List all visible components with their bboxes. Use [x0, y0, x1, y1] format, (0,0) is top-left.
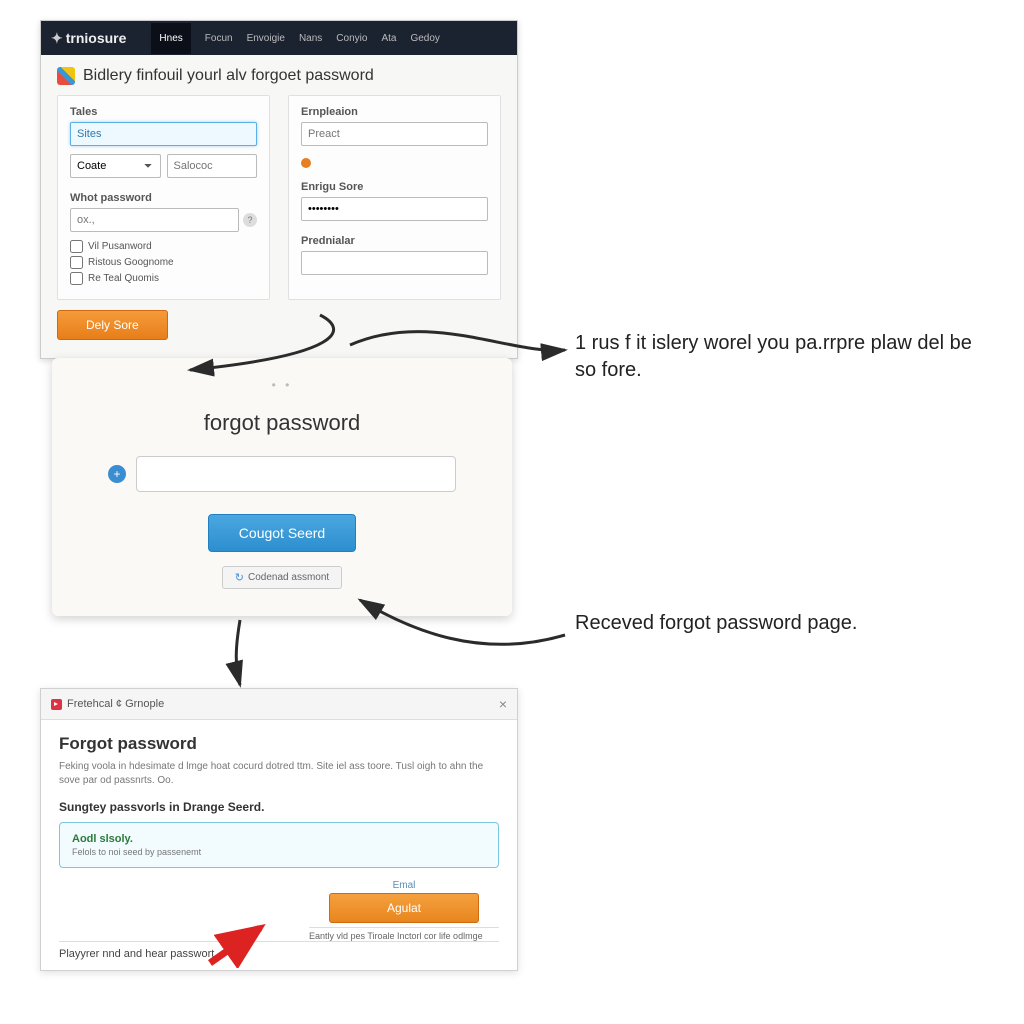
tales-select[interactable]: Sites — [70, 122, 257, 146]
info-title: Aodl slsoly. — [72, 833, 486, 845]
settings-panel: ✦trniosure Hnes Focun Envoigie Nans Cony… — [40, 20, 518, 359]
puzzle-icon — [57, 67, 75, 85]
panel3-sub: Sungtey passvorls in Drange Seerd. — [59, 800, 499, 814]
cb-2[interactable]: Ristous Goognome — [70, 256, 257, 269]
panel1-body: Bidlery finfouil yourl alv forgoet passw… — [41, 55, 517, 358]
app-icon — [51, 699, 62, 710]
plus-icon[interactable]: + — [108, 465, 126, 483]
close-icon[interactable]: × — [499, 696, 507, 712]
brand-icon: ✦ — [51, 30, 63, 47]
label-ernp: Ernpleaion — [301, 106, 488, 118]
tab-title: Fretehcal ¢ Grnople — [67, 698, 164, 710]
panel3-desc: Feking voola in hdesimate d lmge hoat co… — [59, 760, 499, 788]
info-box: Aodl slsoly. Felols to noi seed by passe… — [59, 822, 499, 868]
navbar: ✦trniosure Hnes Focun Envoigie Nans Cony… — [41, 21, 517, 55]
nav-item-home[interactable]: Hnes — [151, 23, 190, 54]
forgot-submit-button[interactable]: Cougot Seerd — [208, 514, 356, 552]
cb-1[interactable]: Vil Pusanword — [70, 240, 257, 253]
agulat-button[interactable]: Agulat — [329, 893, 479, 923]
annotation-2: Receved forgot password page. — [575, 610, 955, 637]
ernp-input[interactable] — [301, 122, 488, 146]
whotpw-input[interactable] — [70, 208, 239, 232]
nav-item-4[interactable]: Conyio — [336, 33, 367, 44]
panel1-title: Bidlery finfouil yourl alv forgoet passw… — [57, 67, 501, 85]
submit-button[interactable]: Dely Sore — [57, 310, 168, 340]
form-right-col: Ernpleaion Enrigu Sore Prednialar — [288, 95, 501, 300]
info-sub: Felols to noi seed by passenemt — [72, 847, 486, 857]
bottom-text: Playyrer nnd and hear passwort — [59, 948, 214, 960]
nav-item-3[interactable]: Nans — [299, 33, 322, 44]
help-icon[interactable]: ? — [243, 213, 257, 227]
label-enrigu: Enrigu Sore — [301, 181, 488, 193]
nav-item-5[interactable]: Ata — [381, 33, 396, 44]
result-panel: Fretehcal ¢ Grnople × Forgot password Fe… — [40, 688, 518, 971]
panel3-title: Forgot password — [59, 734, 499, 754]
small-line-1: Eantly vld pes Tiroale Inctorl cor life … — [309, 927, 499, 941]
salococ-input[interactable] — [167, 154, 258, 178]
panel1-title-text: Bidlery finfouil yourl alv forgoet passw… — [83, 67, 374, 85]
form-left-col: Tales Sites Coate Whot password ? Vil Pu… — [57, 95, 270, 300]
cb-3[interactable]: Re Teal Quomis — [70, 272, 257, 285]
dots-icon: • • — [72, 378, 492, 392]
enrigu-input[interactable] — [301, 197, 488, 221]
status-dot-icon — [301, 158, 311, 168]
nav-item-6[interactable]: Gedoy — [410, 33, 439, 44]
brand: ✦trniosure — [51, 30, 126, 47]
forgot-password-panel: • • forgot password + Cougot Seerd ↻Code… — [52, 358, 512, 616]
red-arrow-icon — [205, 918, 275, 968]
nav-item-2[interactable]: Envoigie — [247, 33, 285, 44]
label-pred: Prednialar — [301, 235, 488, 247]
refresh-icon: ↻ — [235, 571, 244, 584]
forgot-title: forgot password — [72, 410, 492, 436]
nav-item-1[interactable]: Focun — [205, 33, 233, 44]
label-tales: Tales — [70, 106, 257, 118]
bottom-row: Playyrer nnd and hear passwort — [59, 941, 499, 960]
annotation-1: 1 rus f it islery worel you pa.rrpre pla… — [575, 330, 975, 384]
email-label: Emal — [309, 880, 499, 891]
pred-input[interactable] — [301, 251, 488, 275]
panel3-tabbar: Fretehcal ¢ Grnople × — [41, 689, 517, 720]
forgot-secondary-button[interactable]: ↻Codenad assmont — [222, 566, 342, 589]
coate-select[interactable]: Coate — [70, 154, 161, 178]
brand-text: trniosure — [66, 30, 127, 46]
forgot-email-input[interactable] — [136, 456, 456, 492]
label-whotpw: Whot password — [70, 192, 257, 204]
